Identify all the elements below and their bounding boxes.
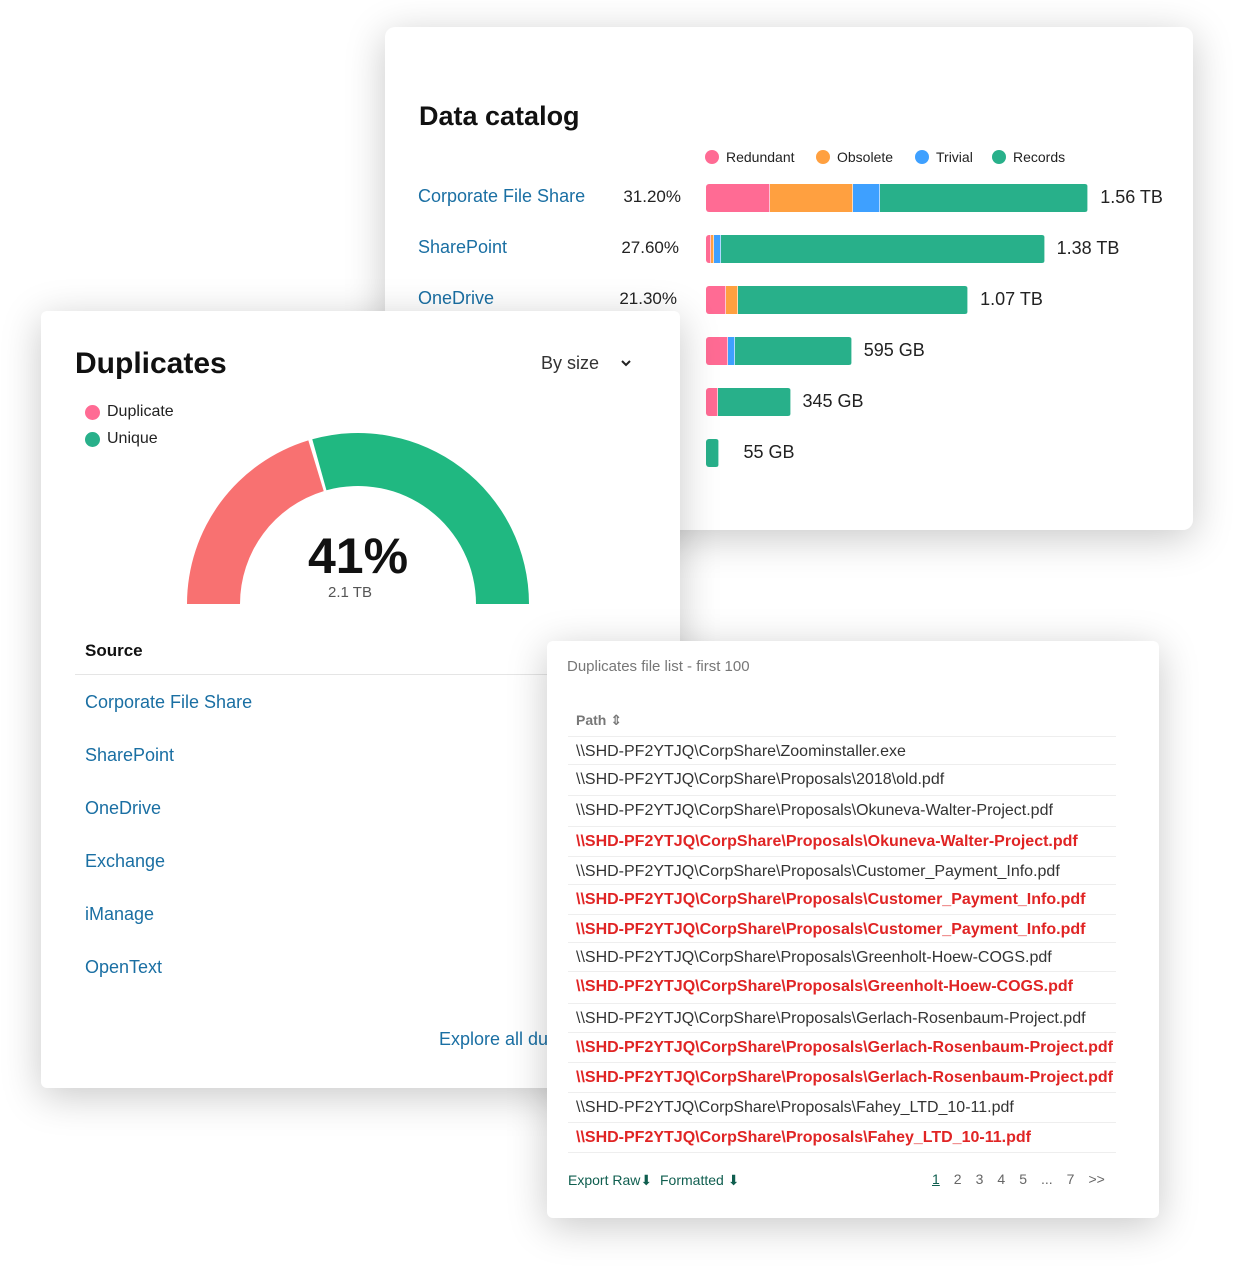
page-next[interactable]: >>	[1088, 1171, 1104, 1187]
legend-label: Redundant	[726, 149, 795, 165]
legend-redundant: Redundant	[705, 149, 795, 165]
file-row-duplicate[interactable]: \\SHD-PF2YTJQ\CorpShare\Proposals\Gerlac…	[568, 1062, 1116, 1092]
bar-segment-redundant	[706, 337, 729, 365]
catalog-source-link[interactable]: Corporate File Share	[418, 186, 585, 207]
pagination: 1 2 3 4 5... 7 >>	[932, 1171, 1105, 1187]
duplicates-file-list-card: Duplicates file list - first 100 Path ⇕ …	[547, 641, 1159, 1218]
download-icon: ⬇	[640, 1172, 653, 1188]
legend-dot	[915, 150, 929, 164]
catalog-title: Data catalog	[419, 101, 580, 131]
source-link[interactable]: Corporate File Share	[85, 692, 252, 713]
file-row-duplicate[interactable]: \\SHD-PF2YTJQ\CorpShare\Proposals\Custom…	[568, 914, 1116, 944]
catalog-source-link[interactable]: SharePoint	[418, 237, 507, 258]
source-link[interactable]: OpenText	[85, 957, 162, 978]
page-1[interactable]: 1	[932, 1171, 940, 1187]
bar-segment-records	[706, 439, 720, 467]
stacked-bar[interactable]	[706, 439, 720, 467]
file-row[interactable]: \\SHD-PF2YTJQ\CorpShare\Proposals\Okunev…	[568, 795, 1116, 825]
divider	[568, 1152, 1116, 1153]
page-7[interactable]: 7	[1067, 1171, 1075, 1187]
export-raw-button[interactable]: Export Raw⬇	[568, 1172, 652, 1189]
bar-segment-records	[721, 235, 1045, 263]
file-row-duplicate[interactable]: \\SHD-PF2YTJQ\CorpShare\Proposals\Greenh…	[568, 971, 1116, 1001]
file-row-duplicate[interactable]: \\SHD-PF2YTJQ\CorpShare\Proposals\Okunev…	[568, 826, 1116, 856]
page-ellipsis: ...	[1040, 1171, 1053, 1187]
bar-segment-records	[718, 388, 791, 416]
catalog-total: 55 GB	[743, 442, 795, 462]
legend-label: Trivial	[936, 149, 973, 165]
catalog-percent: 27.60%	[621, 238, 679, 257]
page-2[interactable]: 2	[954, 1171, 962, 1187]
file-row[interactable]: \\SHD-PF2YTJQ\CorpShare\Proposals\Custom…	[568, 856, 1116, 886]
catalog-percent: 21.30%	[619, 289, 677, 308]
bar-segment-trivial	[852, 184, 880, 212]
file-list-title: Duplicates file list - first 100	[567, 658, 750, 675]
source-link[interactable]: Exchange	[85, 851, 165, 872]
path-column-header[interactable]: Path ⇕	[576, 712, 622, 729]
stacked-bar[interactable]	[706, 337, 852, 365]
bar-segment-records	[879, 184, 1089, 212]
catalog-percent: 31.20%	[623, 187, 681, 206]
source-link[interactable]: OneDrive	[85, 798, 161, 819]
catalog-total: 1.07 TB	[980, 289, 1043, 309]
gauge-size: 2.1 TB	[328, 584, 372, 601]
catalog-total: 1.56 TB	[1100, 187, 1163, 207]
catalog-total: 595 GB	[863, 340, 925, 360]
bar-segment-redundant	[706, 388, 719, 416]
file-row-duplicate[interactable]: \\SHD-PF2YTJQ\CorpShare\Proposals\Gerlac…	[568, 1032, 1116, 1062]
file-row[interactable]: \\SHD-PF2YTJQ\CorpShare\Proposals\Gerlac…	[568, 1003, 1116, 1033]
sort-icon: ⇕	[610, 712, 622, 728]
bar-segment-obsolete	[725, 286, 738, 314]
legend-dot	[705, 150, 719, 164]
file-row[interactable]: \\SHD-PF2YTJQ\CorpShare\Proposals\2018\o…	[568, 764, 1116, 794]
legend-label: Records	[1013, 149, 1066, 165]
file-row-duplicate[interactable]: \\SHD-PF2YTJQ\CorpShare\Proposals\Custom…	[568, 884, 1116, 914]
export-raw-label: Export Raw	[568, 1172, 641, 1188]
stacked-bar[interactable]	[706, 184, 1089, 212]
page-3[interactable]: 3	[976, 1171, 984, 1187]
file-row[interactable]: \\SHD-PF2YTJQ\CorpShare\Zoominstaller.ex…	[568, 736, 1116, 766]
legend-obsolete: Obsolete	[816, 149, 893, 165]
download-icon: ⬇	[727, 1172, 740, 1188]
legend-trivial: Trivial	[915, 149, 973, 165]
file-row-duplicate[interactable]: \\SHD-PF2YTJQ\CorpShare\Proposals\Fahey_…	[568, 1122, 1116, 1152]
catalog-total: 1.38 TB	[1056, 238, 1120, 258]
page-4[interactable]: 4	[997, 1171, 1005, 1187]
stacked-bar[interactable]	[706, 388, 791, 416]
source-link[interactable]: iManage	[85, 904, 154, 925]
export-formatted-button[interactable]: Formatted ⬇	[660, 1172, 739, 1189]
bar-segment-records	[735, 337, 852, 365]
page-5[interactable]: 5	[1019, 1171, 1027, 1187]
stacked-bar[interactable]	[706, 235, 1045, 263]
legend-dot	[992, 150, 1006, 164]
bar-segment-trivial	[728, 337, 736, 365]
legend-records: Records	[992, 149, 1065, 165]
bar-segment-trivial	[713, 235, 722, 263]
legend-dot	[816, 150, 830, 164]
catalog-total: 345 GB	[802, 391, 864, 411]
bar-segment-records	[737, 286, 969, 314]
source-header: Source	[85, 641, 143, 660]
file-row[interactable]: \\SHD-PF2YTJQ\CorpShare\Proposals\Fahey_…	[568, 1092, 1116, 1122]
stacked-bar[interactable]	[706, 286, 969, 314]
path-label: Path	[576, 712, 607, 728]
file-row[interactable]: \\SHD-PF2YTJQ\CorpShare\Proposals\Greenh…	[568, 942, 1116, 972]
gauge-percent: 41%	[307, 528, 409, 584]
legend-label: Obsolete	[837, 149, 894, 165]
source-link[interactable]: SharePoint	[85, 745, 174, 766]
bar-segment-redundant	[706, 286, 726, 314]
catalog-source-link[interactable]: OneDrive	[418, 288, 494, 309]
bar-segment-redundant	[706, 184, 770, 212]
bar-segment-obsolete	[769, 184, 853, 212]
formatted-label: Formatted	[660, 1172, 724, 1188]
